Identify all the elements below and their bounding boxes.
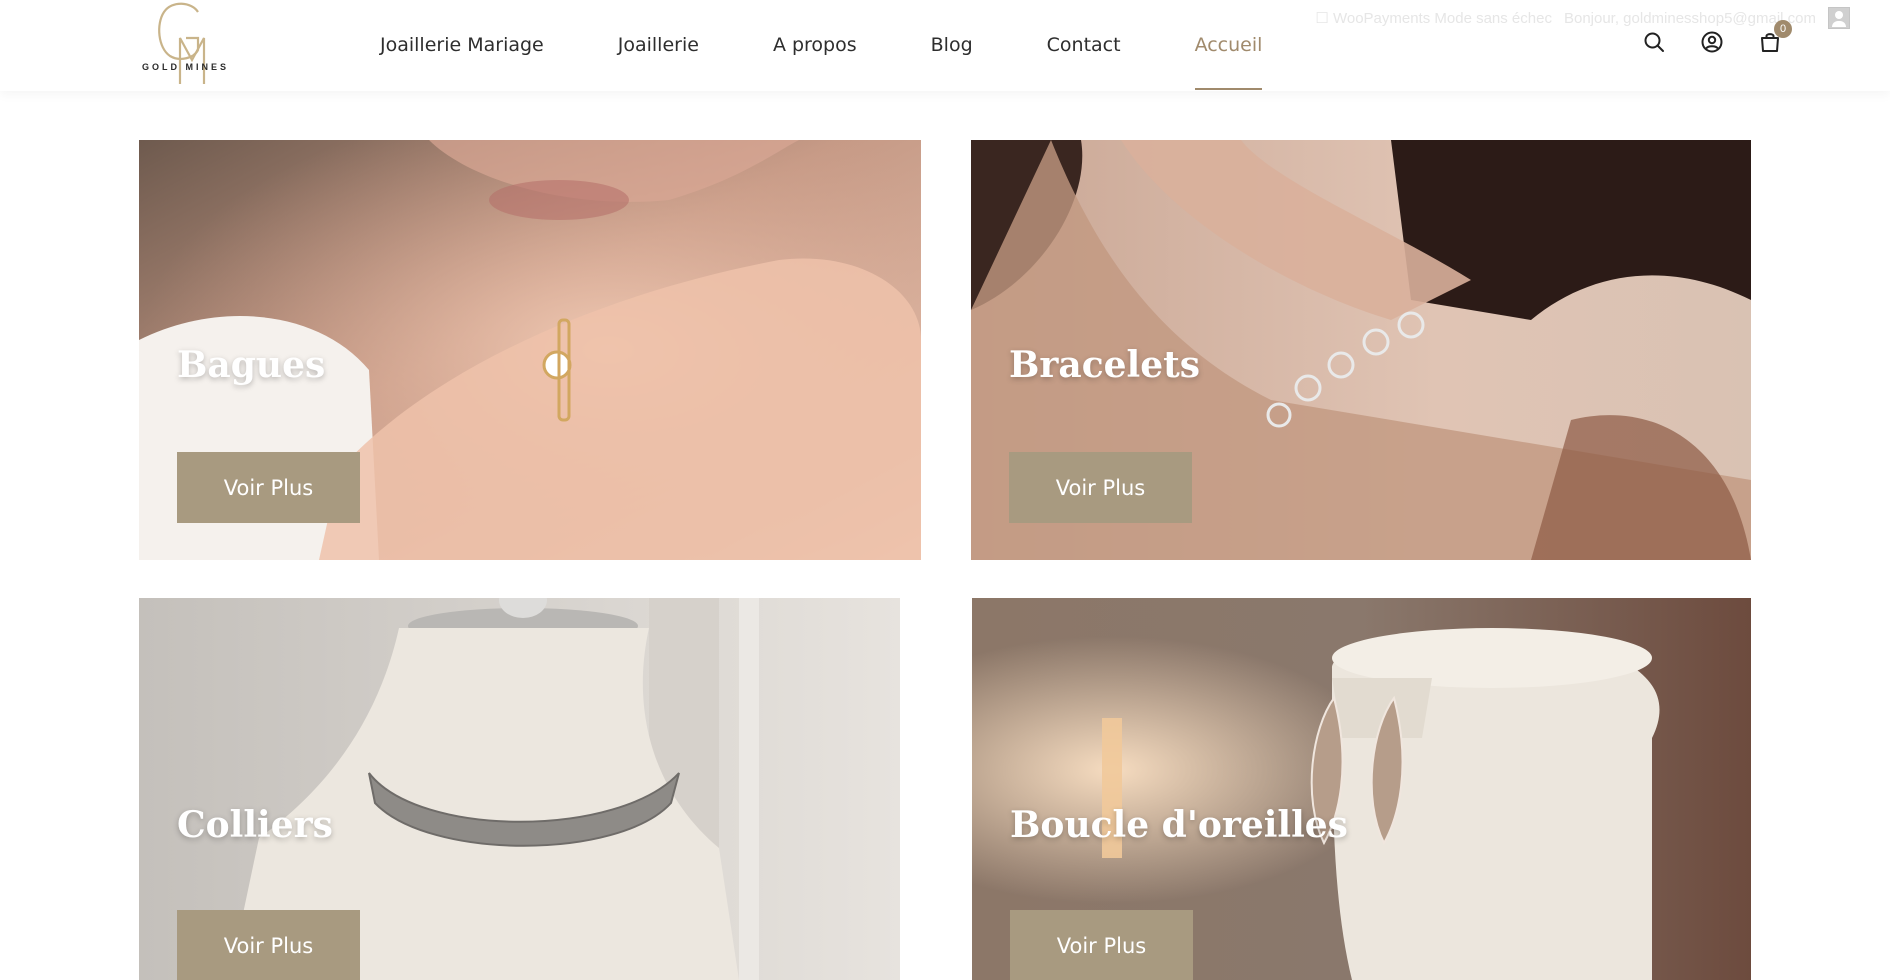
account-icon[interactable] [1700,30,1724,54]
category-title: Bracelets [1009,344,1201,386]
nav-item-joaillerie-mariage[interactable]: Joaillerie Mariage [380,0,544,90]
category-title: Colliers [177,804,333,846]
search-icon[interactable] [1642,30,1666,54]
category-card-colliers[interactable]: Colliers Voir Plus [139,598,900,980]
site-logo[interactable]: GOLD MINES [140,0,250,90]
admin-avatar[interactable] [1828,7,1850,29]
nav-item-accueil[interactable]: Accueil [1194,0,1262,90]
voir-plus-button[interactable]: Voir Plus [177,452,360,523]
voir-plus-button[interactable]: Voir Plus [177,910,360,980]
cart-count-badge: 0 [1774,20,1792,38]
site-header: ☐ WooPayments Mode sans échec Bonjour, g… [0,0,1890,91]
main-navigation: Joaillerie Mariage Joaillerie A propos B… [380,0,1336,90]
category-card-bagues[interactable]: Bagues Voir Plus [139,140,921,560]
category-card-bracelets[interactable]: Bracelets Voir Plus [971,140,1751,560]
logo-text: GOLD MINES [142,62,230,72]
voir-plus-button[interactable]: Voir Plus [1010,910,1193,980]
woopayments-safe-mode-link[interactable]: ☐ WooPayments Mode sans échec [1315,9,1552,27]
header-actions: 0 [1642,20,1792,54]
voir-plus-button[interactable]: Voir Plus [1009,452,1192,523]
category-title: Bagues [177,344,326,386]
nav-item-joaillerie[interactable]: Joaillerie [618,0,699,90]
cart-icon[interactable]: 0 [1758,20,1792,54]
admin-notice-bar: ☐ WooPayments Mode sans échec Bonjour, g… [1315,7,1850,29]
nav-item-blog[interactable]: Blog [931,0,973,90]
nav-item-contact[interactable]: Contact [1047,0,1121,90]
category-card-boucle-oreilles[interactable]: Boucle d'oreilles Voir Plus [972,598,1751,980]
nav-item-a-propos[interactable]: A propos [773,0,857,90]
category-title: Boucle d'oreilles [1010,804,1348,846]
logo-monogram [158,2,206,84]
